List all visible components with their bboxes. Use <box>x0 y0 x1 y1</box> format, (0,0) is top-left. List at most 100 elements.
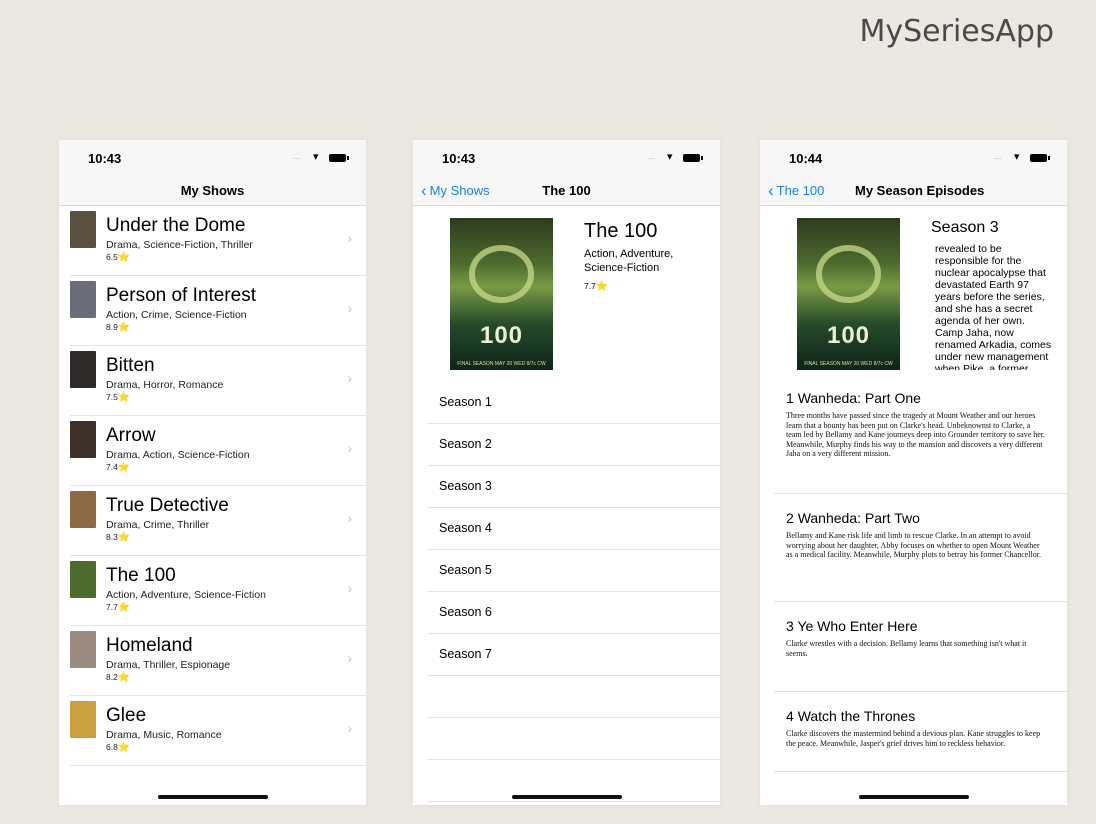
signal-icon: .... <box>994 154 1002 161</box>
episode-title: Ye Who Enter Here <box>797 618 918 634</box>
episode-row[interactable]: 2 Wanheda: Part Two Bellamy and Kane risk… <box>774 494 1067 602</box>
season-row[interactable]: Season 1 <box>427 382 720 424</box>
status-bar: 10:43 .... ▾ <box>59 140 366 176</box>
show-genres: Action, Adventure, Science-Fiction <box>106 589 266 601</box>
home-indicator[interactable] <box>511 795 622 799</box>
back-button[interactable]: ‹ My Shows <box>421 181 490 200</box>
show-rating: 6.5⭐ <box>106 252 130 263</box>
show-rating: 6.8⭐ <box>106 742 130 753</box>
show-genres: Drama, Horror, Romance <box>106 379 224 391</box>
show-row[interactable]: True Detective Drama, Crime, Thriller 8.3⭐… <box>70 486 366 556</box>
show-genres: Drama, Thriller, Espionage <box>106 659 231 671</box>
seasons-list: Season 1 Season 2 Season 3 Season 4 Season 5… <box>427 382 720 802</box>
chevron-right-icon: › <box>347 300 352 316</box>
season-row[interactable]: Season 4 <box>427 508 720 550</box>
show-genres: Drama, Music, Romance <box>106 729 222 741</box>
status-icons: .... ▾ <box>647 151 703 164</box>
episode-row[interactable]: 3 Ye Who Enter Here Clarke wrestles with … <box>774 602 1067 692</box>
show-name: Bitten <box>106 355 155 376</box>
poster-footer: FINAL SEASON MAY 20 WED 8/7c CW <box>457 361 546 367</box>
show-name: Under the Dome <box>106 215 246 236</box>
chevron-right-icon: › <box>347 440 352 456</box>
season-heading: Season 3 <box>931 219 999 236</box>
episode-title-line: 2 Wanheda: Part Two <box>786 510 1047 526</box>
chevron-left-icon: ‹ <box>768 181 774 200</box>
episode-title: Wanheda: Part Two <box>797 510 920 526</box>
season-overview[interactable]: revealed to be responsible for the nucle… <box>935 243 1053 370</box>
back-button[interactable]: ‹ The 100 <box>768 181 825 200</box>
empty-row <box>427 676 720 718</box>
show-rating: 7.7⭐ <box>106 602 130 613</box>
app-title: MySeriesApp <box>859 14 1054 49</box>
season-row[interactable]: Season 3 <box>427 466 720 508</box>
show-row[interactable]: Arrow Drama, Action, Science-Fiction 7.4⭐ › <box>70 416 366 486</box>
poster-footer: FINAL SEASON MAY 20 WED 8/7c CW <box>804 361 893 367</box>
episodes-list[interactable]: 1 Wanheda: Part One Three months have pas… <box>774 384 1067 772</box>
episode-row[interactable]: 4 Watch the Thrones Clarke discovers the … <box>774 692 1067 772</box>
show-row[interactable]: Under the Dome Drama, Science-Fiction, Th… <box>70 206 366 276</box>
phone-screen-show-detail: 10:43 .... ▾ The 100 ‹ My Shows 100 FINA… <box>413 140 720 805</box>
show-row[interactable]: Homeland Drama, Thriller, Espionage 8.2⭐ › <box>70 626 366 696</box>
episode-row[interactable]: 1 Wanheda: Part One Three months have pas… <box>774 384 1067 494</box>
chevron-right-icon: › <box>347 720 352 736</box>
rating-value: 6.5 <box>106 252 118 262</box>
star-icon: ⭐ <box>117 462 131 473</box>
show-row[interactable]: The 100 Action, Adventure, Science-Fictio… <box>70 556 366 626</box>
chevron-right-icon: › <box>347 650 352 666</box>
wifi-icon: ▾ <box>667 151 673 163</box>
home-indicator[interactable] <box>157 795 268 799</box>
wifi-icon: ▾ <box>1014 151 1020 163</box>
show-thumbnail <box>70 701 96 738</box>
nav-title: My Season Episodes <box>855 183 985 198</box>
show-thumbnail <box>70 421 96 458</box>
episode-title-line: 4 Watch the Thrones <box>786 708 1047 724</box>
show-title: The 100 <box>584 220 658 242</box>
star-icon: ⭐ <box>595 281 609 292</box>
episode-overview: Three months have passed since the trage… <box>786 411 1046 458</box>
season-row[interactable]: Season 7 <box>427 634 720 676</box>
show-rating: 7.5⭐ <box>106 392 130 403</box>
wifi-icon: ▾ <box>313 151 319 163</box>
show-genres: Drama, Science-Fiction, Thriller <box>106 239 253 251</box>
star-icon: ⭐ <box>117 322 131 333</box>
show-name: True Detective <box>106 495 229 516</box>
episode-number: 3 <box>786 618 794 634</box>
shows-list[interactable]: Under the Dome Drama, Science-Fiction, Th… <box>59 206 366 780</box>
navigation-bar: The 100 ‹ My Shows <box>413 176 720 206</box>
show-row[interactable]: Person of Interest Action, Crime, Science… <box>70 276 366 346</box>
status-bar: 10:43 .... ▾ <box>413 140 720 176</box>
home-indicator[interactable] <box>858 795 969 799</box>
back-label: My Shows <box>429 183 490 198</box>
phone-screen-season-episodes: 10:44 .... ▾ ‹ The 100 My Season Episode… <box>760 140 1067 805</box>
season-row[interactable]: Season 6 <box>427 592 720 634</box>
show-name: Glee <box>106 705 147 726</box>
show-row[interactable]: Glee Drama, Music, Romance 6.8⭐ › <box>70 696 366 766</box>
season-row[interactable]: Season 2 <box>427 424 720 466</box>
show-genres: Drama, Action, Science-Fiction <box>106 449 250 461</box>
poster-artwork <box>815 245 882 304</box>
show-row[interactable]: Bitten Drama, Horror, Romance 7.5⭐ › <box>70 346 366 416</box>
season-row[interactable]: Season 5 <box>427 550 720 592</box>
episode-number: 1 <box>786 390 794 406</box>
season-poster: 100 FINAL SEASON MAY 20 WED 8/7c CW <box>797 218 900 370</box>
show-thumbnail <box>70 211 96 248</box>
status-icons: .... ▾ <box>994 151 1050 164</box>
episode-title: Watch the Thrones <box>797 708 916 724</box>
status-time: 10:43 <box>88 151 122 166</box>
episode-number: 4 <box>786 708 794 724</box>
rating-value: 7.7 <box>584 281 596 291</box>
poster-artwork <box>468 245 535 304</box>
episode-title-line: 1 Wanheda: Part One <box>786 390 1047 406</box>
episode-overview: Bellamy and Kane risk life and limb to r… <box>786 531 1041 559</box>
episode-number: 2 <box>786 510 794 526</box>
star-icon: ⭐ <box>117 252 131 263</box>
rating-value: 6.8 <box>106 742 118 752</box>
rating-value: 7.5 <box>106 392 118 402</box>
show-rating: 7.4⭐ <box>106 462 130 473</box>
status-time: 10:44 <box>789 151 823 166</box>
navigation-bar: My Shows <box>59 176 366 206</box>
star-icon: ⭐ <box>117 742 131 753</box>
back-label: The 100 <box>776 183 825 198</box>
chevron-left-icon: ‹ <box>421 181 427 200</box>
chevron-right-icon: › <box>347 370 352 386</box>
